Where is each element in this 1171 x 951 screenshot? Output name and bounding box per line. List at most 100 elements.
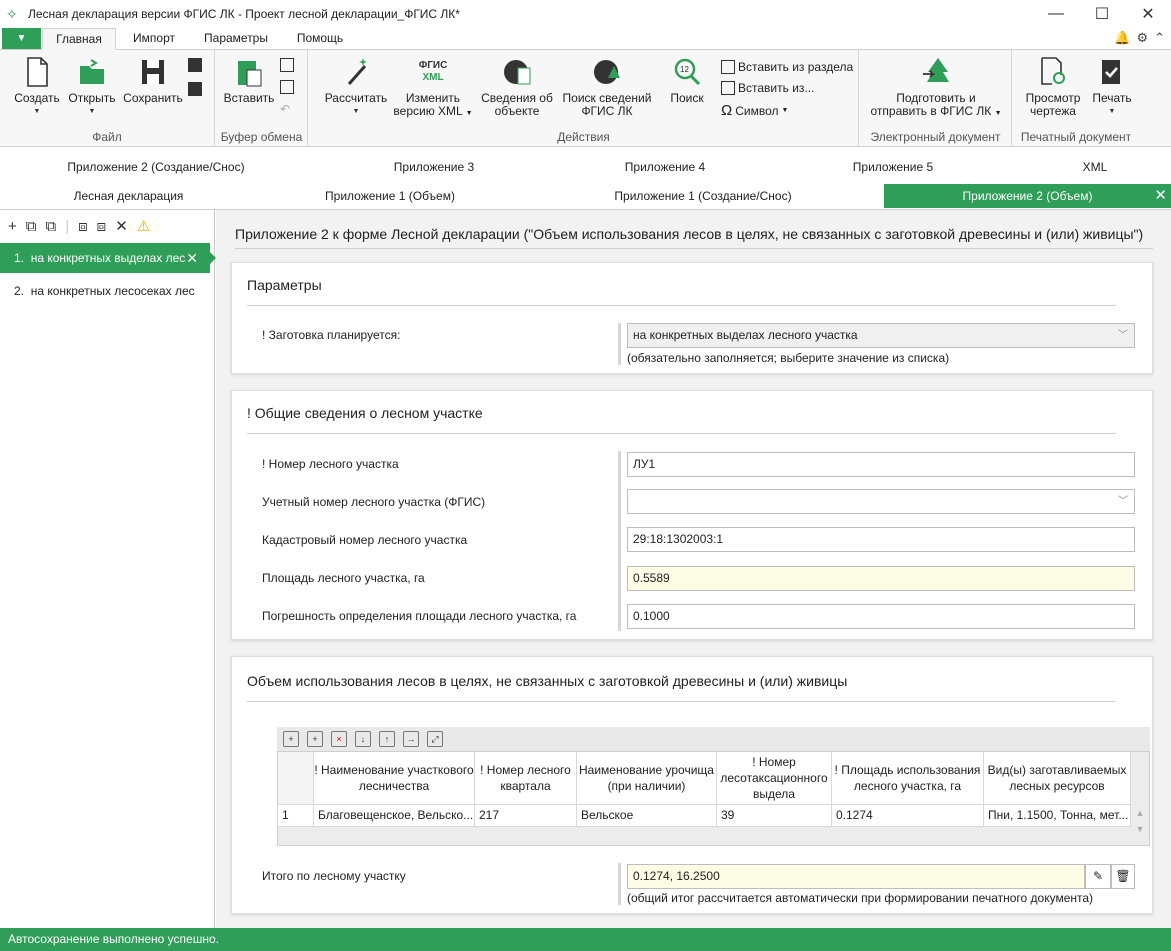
edoc-group: Подготовить и отправить в ФГИС ЛК ▼ Элект… — [860, 50, 1012, 147]
insert-from-button[interactable]: Вставить из... — [721, 81, 814, 95]
calculate-button[interactable]: Рассчитать ▼ — [323, 56, 389, 118]
column-header[interactable]: ! Наименование участкового лесничества — [314, 752, 475, 805]
open-button[interactable]: Открыть ▼ — [66, 56, 118, 118]
column-header[interactable]: Наименование урочища (при наличии) — [577, 752, 717, 805]
insert-from-section-button[interactable]: Вставить из раздела — [721, 60, 853, 74]
clear-total-button[interactable]: 🗑 — [1111, 864, 1135, 889]
tab-appendix5[interactable]: Приложение 5 — [775, 155, 1011, 179]
copy-button[interactable] — [280, 58, 294, 72]
preview-drawing-button[interactable]: Просмотр чертежа — [1021, 56, 1085, 118]
fit-columns-icon[interactable]: ⤢ — [427, 731, 443, 747]
harvest-planned-hint: (обязательно заполняется; выберите значе… — [627, 351, 950, 365]
tab-appendix3[interactable]: Приложение 3 — [314, 155, 554, 179]
tab-appendix1-create[interactable]: Приложение 1 (Создание/Снос) — [523, 184, 883, 208]
save-as-small-button[interactable] — [188, 58, 202, 72]
close-tab-icon[interactable]: ✕ — [1154, 184, 1167, 208]
tab-appendix2-volume[interactable]: Приложение 2 (Объем) ✕ — [884, 184, 1171, 208]
table-cell[interactable]: 0.1274 — [832, 805, 984, 827]
change-xml-version-button[interactable]: ФГИС XML Изменить версию XML ▼ — [393, 56, 473, 120]
settings-icon[interactable]: ⚙ — [1136, 30, 1148, 46]
vertical-scrollbar[interactable]: ▲ ▼ — [1131, 752, 1149, 845]
plot-area-input[interactable]: 0.5589 — [627, 566, 1135, 591]
globe-tree-icon — [594, 60, 620, 84]
chevron-down-icon: ﹀ — [1118, 496, 1128, 507]
column-header[interactable]: ! Площадь использования лесного участка,… — [832, 752, 984, 805]
left-panel: + ⧉ ⧉ | ⧈ ⧈ ✕ ⚠ 1. на конкретных выделах… — [0, 210, 216, 928]
column-header[interactable]: ! Номер лесного квартала — [475, 752, 577, 805]
bell-icon[interactable]: 🔔 — [1114, 30, 1130, 46]
open-folder-icon — [80, 59, 104, 84]
paste-button[interactable]: Вставить — [222, 56, 276, 105]
file-group: Создать ▼ Открыть ▼ Сохранить Файл — [0, 50, 215, 147]
undo-button[interactable]: ↶ — [280, 102, 290, 116]
tab-xml[interactable]: XML — [1020, 155, 1170, 179]
search-fgis-button[interactable]: Поиск сведений ФГИС ЛК — [559, 56, 655, 118]
svg-text:12: 12 — [680, 65, 689, 74]
list-item[interactable]: 1. на конкретных выделах лес ✕ — [0, 243, 216, 273]
insert-section-icon — [721, 60, 735, 74]
fgis-number-select[interactable]: ﹀ — [627, 489, 1135, 514]
tab-appendix2-create[interactable]: Приложение 2 (Создание/Снос) — [0, 155, 312, 179]
divider — [247, 433, 1116, 434]
delete-icon[interactable]: ✕ — [115, 217, 128, 235]
harvest-planned-select[interactable]: на конкретных выделах лесного участка ﹀ — [627, 323, 1135, 348]
table-cell[interactable]: 217 — [475, 805, 577, 827]
print-button[interactable]: Печать ▼ — [1089, 56, 1135, 118]
duplicate-icon[interactable]: ⧉ — [45, 218, 56, 235]
area-error-input[interactable]: 0.1000 — [627, 604, 1135, 629]
column-header[interactable]: ! Номер лесотаксационного выдела — [717, 752, 832, 805]
plot-number-label: ! Номер лесного участка — [262, 457, 399, 471]
table-cell[interactable]: Вельское — [577, 805, 717, 827]
tab-main[interactable]: Главная — [42, 28, 116, 50]
copy-row-icon[interactable]: ⧈ — [97, 218, 107, 235]
plot-number-input[interactable]: ЛУ1 — [627, 452, 1135, 477]
tab-forest-declaration[interactable]: Лесная декларация — [0, 184, 257, 208]
tab-appendix1-volume[interactable]: Приложение 1 (Объем) — [257, 184, 523, 208]
maximize-button[interactable]: ☐ — [1079, 0, 1125, 28]
trash-icon: 🗑 — [1115, 869, 1131, 883]
tab-help[interactable]: Помощь — [284, 28, 356, 50]
ribbon: Создать ▼ Открыть ▼ Сохранить Файл Вставит… — [0, 50, 1171, 147]
remove-item-icon[interactable]: ✕ — [186, 243, 198, 273]
delete-row-icon[interactable]: × — [331, 731, 347, 747]
divider — [618, 451, 621, 631]
add-child-icon[interactable]: ⧉ — [26, 218, 37, 235]
edit-total-button[interactable]: ✎ — [1085, 864, 1111, 889]
cut-button[interactable] — [280, 80, 294, 94]
file-menu-button[interactable]: ▼ — [2, 28, 41, 49]
table-cell[interactable]: Пни, 1.1500, Тонна, мет... — [984, 805, 1131, 827]
tab-parameters[interactable]: Параметры — [194, 28, 278, 50]
table-cell[interactable]: Благовещенское, Вельско... — [314, 805, 475, 827]
open-small-button[interactable] — [188, 82, 202, 96]
collapse-ribbon-icon[interactable]: ⌃ — [1154, 30, 1165, 46]
window-title: Лесная декларация версии ФГИС ЛК - Проек… — [28, 7, 460, 21]
clipboard-group: Вставить ↶ Буфер обмена — [216, 50, 308, 147]
row-header-corner — [278, 752, 314, 805]
object-info-button[interactable]: Сведения об объекте — [477, 56, 557, 118]
move-down-icon[interactable]: ↓ — [355, 731, 371, 747]
minimize-button[interactable]: — — [1033, 0, 1079, 28]
import-icon[interactable]: → — [403, 731, 419, 747]
add-icon[interactable]: + — [8, 218, 17, 235]
search-button[interactable]: 12 Поиск — [663, 56, 711, 105]
symbol-button[interactable]: Ω Символ ▼ — [721, 102, 788, 119]
insert-row-icon[interactable]: + — [307, 731, 323, 747]
preview-document-icon — [1041, 57, 1065, 85]
tab-import[interactable]: Импорт — [120, 28, 188, 50]
add-row-icon[interactable]: + — [283, 731, 299, 747]
create-button[interactable]: Создать ▼ — [14, 56, 60, 118]
move-icon[interactable]: ⧈ — [78, 218, 88, 235]
column-header[interactable]: Вид(ы) заготавливаемых лесных ресурсов — [984, 752, 1131, 805]
cadastral-number-input[interactable]: 29:18:1302003:1 — [627, 527, 1135, 552]
total-value-input[interactable]: 0.1274, 16.2500 — [627, 864, 1085, 889]
save-button[interactable]: Сохранить — [122, 56, 184, 105]
tab-appendix4[interactable]: Приложение 4 — [545, 155, 785, 179]
table-cell[interactable]: 39 — [717, 805, 832, 827]
prepare-send-button[interactable]: Подготовить и отправить в ФГИС ЛК ▼ — [868, 56, 1004, 120]
move-up-icon[interactable]: ↑ — [379, 731, 395, 747]
close-button[interactable]: ✕ — [1125, 0, 1171, 28]
floppy-disk-icon — [142, 60, 164, 84]
list-item[interactable]: 2. на конкретных лесосеках лес — [0, 276, 214, 306]
pencil-icon: ✎ — [1092, 869, 1104, 883]
warning-icon[interactable]: ⚠ — [137, 217, 150, 235]
